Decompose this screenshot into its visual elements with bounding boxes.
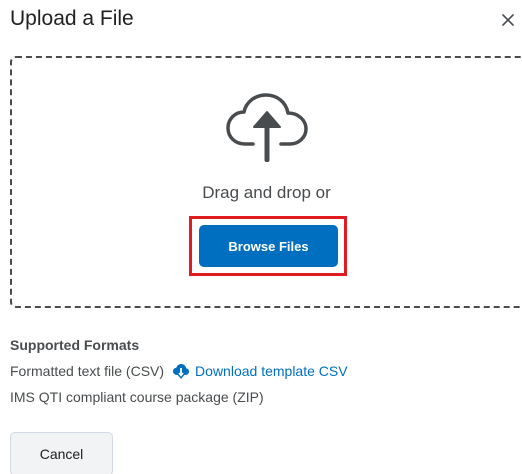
format-text: IMS QTI compliant course package (ZIP) [10, 389, 264, 405]
download-template-link[interactable]: Download template CSV [172, 363, 348, 379]
cloud-upload-icon [226, 93, 308, 162]
format-item-csv: Formatted text file (CSV) Download templ… [10, 363, 348, 379]
upload-file-dialog: Upload a File Drag and drop or Browse Fi… [0, 0, 522, 474]
browse-files-button[interactable]: Browse Files [199, 225, 338, 267]
cancel-button[interactable]: Cancel [10, 432, 113, 474]
format-item-zip: IMS QTI compliant course package (ZIP) [10, 389, 264, 405]
supported-formats-heading: Supported Formats [10, 337, 140, 353]
dialog-title: Upload a File [10, 7, 134, 30]
format-text: Formatted text file (CSV) [10, 363, 165, 379]
close-button[interactable] [496, 8, 520, 32]
drag-drop-text: Drag and drop or [202, 183, 331, 202]
close-icon [502, 14, 514, 26]
download-template-label: Download template CSV [195, 363, 348, 379]
cloud-download-icon [173, 364, 190, 379]
